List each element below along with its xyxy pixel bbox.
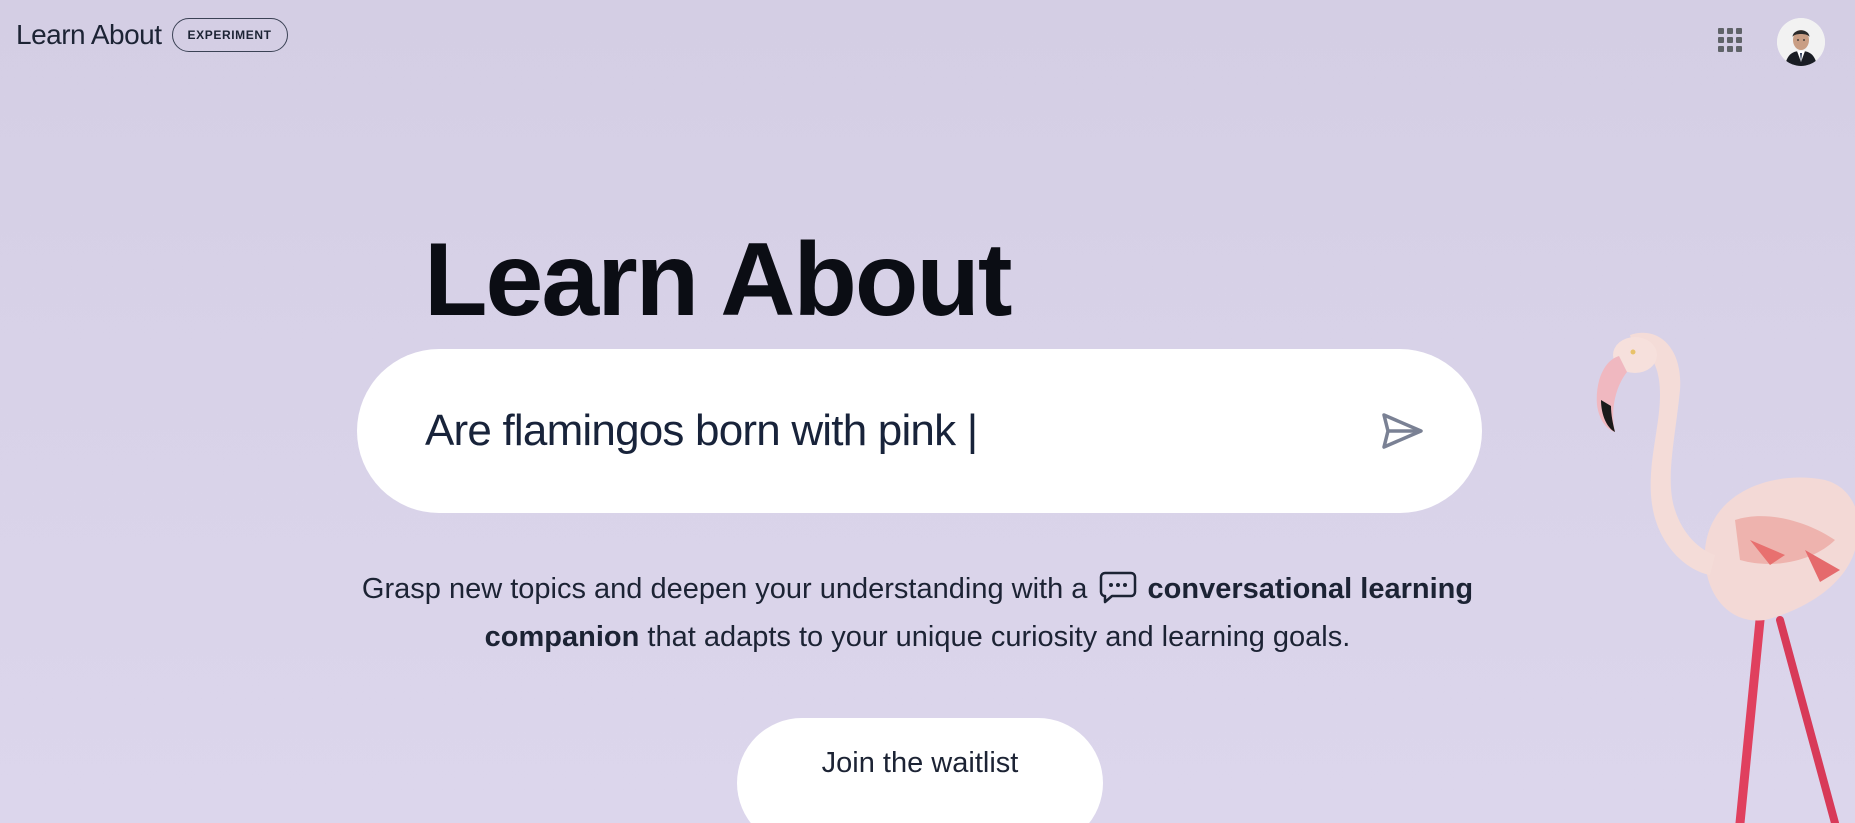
header-brand: Learn About EXPERIMENT	[16, 18, 288, 52]
description-text: Grasp new topics and deepen your underst…	[361, 573, 1088, 605]
brand-name[interactable]: Learn About	[16, 19, 162, 51]
page-title: Learn About	[424, 222, 1013, 338]
apps-grid-icon[interactable]	[1718, 28, 1748, 58]
description: Grasp new topics and deepen your underst…	[360, 565, 1475, 661]
join-waitlist-button[interactable]: Join the waitlist	[737, 718, 1103, 823]
chat-bubble-icon	[1100, 571, 1137, 604]
send-button[interactable]	[1378, 407, 1428, 455]
avatar[interactable]	[1777, 18, 1825, 66]
search-input[interactable]	[425, 389, 1345, 473]
flamingo-image	[1596, 332, 1855, 823]
user-avatar-icon	[1777, 18, 1825, 66]
description-text-end: that adapts to your unique curiosity and…	[647, 621, 1351, 653]
send-icon	[1382, 413, 1423, 449]
search-box[interactable]	[357, 349, 1482, 513]
experiment-badge: EXPERIMENT	[171, 18, 288, 52]
